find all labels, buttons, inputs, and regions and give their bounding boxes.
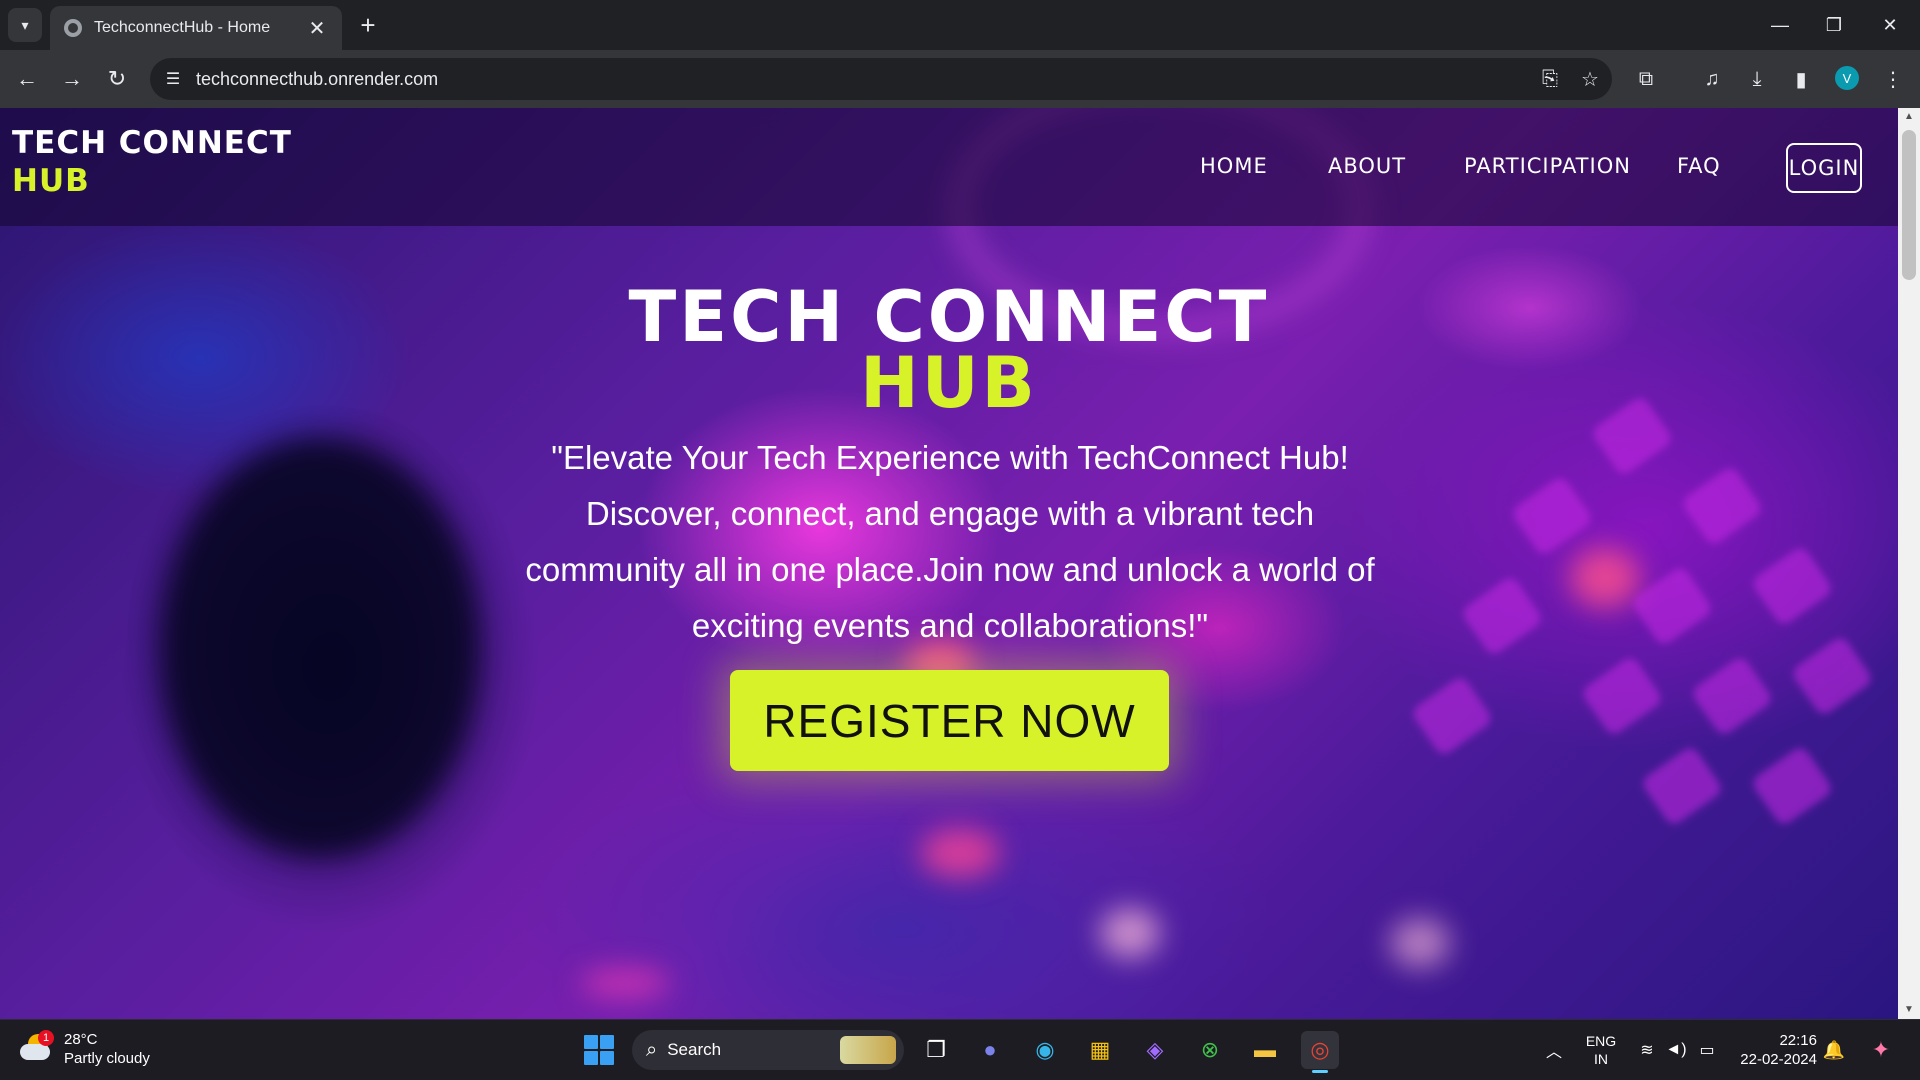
logo-line-1: TECH CONNECT — [12, 125, 292, 161]
arrow-right-icon: → — [61, 66, 83, 91]
url-text[interactable]: techconnecthub.onrender.com — [196, 69, 1532, 90]
nav-faq[interactable]: FAQ — [1677, 154, 1721, 178]
address-bar[interactable]: ☰ techconnecthub.onrender.com ⎘ ☆ — [150, 58, 1612, 100]
site-header: TECH CONNECT HUB HOME ABOUT PARTICIPATIO… — [0, 108, 1898, 226]
search-icon: ⌕ — [646, 1038, 658, 1061]
hero-title-line-2: HUB — [860, 342, 1038, 424]
chevron-down-icon: ▾ — [21, 16, 29, 33]
bg-decor-light — [1390, 918, 1450, 968]
bg-keycap — [1459, 574, 1545, 658]
battery-icon[interactable]: ▭ — [1688, 1031, 1726, 1069]
scroll-down-icon[interactable]: ▼ — [1898, 1001, 1920, 1019]
install-app-icon[interactable]: ⎘ — [1532, 61, 1568, 97]
language-indicator[interactable]: ENG IN — [1584, 1032, 1618, 1068]
notification-bell-icon[interactable]: 🔔 — [1815, 1031, 1853, 1069]
arrow-left-icon: ← — [16, 66, 38, 91]
reload-button[interactable]: ↻ — [100, 62, 134, 96]
close-icon: ✕ — [1882, 14, 1898, 35]
app-icon[interactable]: ◈ — [1136, 1031, 1174, 1069]
scrollbar-thumb[interactable] — [1902, 130, 1916, 280]
close-tab-icon[interactable]: ✕ — [306, 16, 328, 41]
partly-cloudy-icon: 1 — [20, 1030, 54, 1064]
nav-home[interactable]: HOME — [1200, 154, 1268, 178]
tab-strip: ▾ TechconnectHub - Home ✕ + — ❐ ✕ — [0, 0, 1920, 50]
tab-search-button[interactable]: ▾ — [8, 8, 42, 42]
bg-keycap — [1629, 564, 1715, 648]
restore-button[interactable]: ❐ — [1806, 8, 1862, 42]
teams-chat-icon[interactable]: ● — [971, 1031, 1009, 1069]
browser-tab[interactable]: TechconnectHub - Home ✕ — [50, 6, 342, 50]
login-button[interactable]: LOGIN — [1786, 143, 1862, 193]
system-clock[interactable]: 22:16 22-02-2024 — [1735, 1031, 1817, 1069]
reload-icon: ↻ — [107, 66, 127, 91]
browser-toolbar: ← → ↻ ☰ techconnecthub.onrender.com ⎘ ☆ … — [0, 50, 1920, 108]
file-explorer-icon[interactable]: ▬ — [1246, 1031, 1284, 1069]
microsoft-store-icon[interactable]: ▦ — [1081, 1031, 1119, 1069]
bookmark-star-icon[interactable]: ☆ — [1572, 61, 1608, 97]
profile-avatar[interactable]: V — [1835, 66, 1859, 90]
nav-participation[interactable]: PARTICIPATION — [1464, 154, 1631, 178]
download-icon[interactable]: ⤓ — [1742, 64, 1772, 94]
hero-tagline: "Elevate Your Tech Experience with TechC… — [525, 439, 1375, 644]
globe-icon — [64, 19, 82, 37]
minimize-button[interactable]: — — [1752, 8, 1808, 42]
region-code: IN — [1594, 1051, 1608, 1067]
xbox-icon[interactable]: ⊗ — [1191, 1031, 1229, 1069]
bg-keycap — [1749, 544, 1835, 628]
back-button[interactable]: ← — [10, 62, 44, 96]
register-now-button[interactable]: REGISTER NOW — [730, 670, 1169, 771]
bg-decor-light — [920, 828, 1000, 878]
chrome-icon[interactable]: ◎ — [1301, 1031, 1339, 1073]
search-label: Search — [667, 1040, 722, 1059]
minimize-icon: — — [1771, 14, 1789, 35]
windows-taskbar: 1 28°C Partly cloudy ⌕ Search ❐ ● ◉ ▦ ◈ … — [0, 1019, 1920, 1080]
site-logo[interactable]: TECH CONNECT HUB — [12, 124, 292, 200]
taskbar-search-box[interactable]: ⌕ Search — [632, 1030, 904, 1070]
bg-keycap — [1509, 474, 1595, 558]
restore-icon: ❐ — [1825, 14, 1843, 35]
close-window-button[interactable]: ✕ — [1862, 8, 1918, 42]
page-scrollbar[interactable]: ▲ ▼ — [1898, 108, 1920, 1019]
bg-keycap — [1689, 654, 1775, 738]
weather-description: Partly cloudy — [64, 1050, 150, 1067]
logo-line-2: HUB — [12, 163, 90, 199]
site-info-icon[interactable]: ☰ — [158, 64, 188, 94]
page-viewport: TECH CONNECT HUB HOME ABOUT PARTICIPATIO… — [0, 108, 1898, 1019]
nav-about[interactable]: ABOUT — [1328, 154, 1406, 178]
menu-kebab-icon[interactable]: ⋮ — [1878, 64, 1908, 94]
bg-decor-light — [1100, 908, 1160, 958]
bg-keycap — [1789, 634, 1875, 718]
extensions-icon[interactable]: ⧉ — [1631, 64, 1661, 94]
search-highlight-image — [840, 1036, 896, 1064]
windows-start-icon[interactable] — [584, 1035, 614, 1065]
chevron-up-icon[interactable]: ︿ — [1535, 1031, 1573, 1069]
new-tab-button[interactable]: + — [354, 12, 382, 40]
language-code: ENG — [1585, 1033, 1617, 1049]
bg-decor-light — [1570, 548, 1640, 608]
bg-decor-light — [580, 968, 670, 998]
bg-keycap — [1749, 744, 1835, 828]
weather-temperature: 28°C — [64, 1031, 98, 1048]
weather-widget[interactable]: 1 28°C Partly cloudy — [20, 1030, 150, 1068]
media-controls-icon[interactable]: ♫ — [1697, 64, 1727, 94]
forward-button[interactable]: → — [55, 62, 89, 96]
edge-browser-icon[interactable]: ◉ — [1026, 1031, 1064, 1069]
bg-decor-dark — [160, 438, 480, 858]
clock-time: 22:16 — [1779, 1032, 1817, 1049]
bg-keycap — [1409, 674, 1495, 758]
bg-keycap — [1679, 464, 1765, 548]
clock-date: 22-02-2024 — [1740, 1051, 1817, 1068]
tab-title: TechconnectHub - Home — [94, 19, 271, 36]
copilot-icon[interactable]: ✦ — [1862, 1031, 1900, 1069]
task-view-icon[interactable]: ❐ — [917, 1031, 955, 1069]
scroll-up-icon[interactable]: ▲ — [1898, 108, 1920, 126]
side-panel-icon[interactable]: ▮ — [1786, 64, 1816, 94]
bg-keycap — [1639, 744, 1725, 828]
bg-keycap — [1579, 654, 1665, 738]
weather-badge: 1 — [38, 1030, 54, 1046]
